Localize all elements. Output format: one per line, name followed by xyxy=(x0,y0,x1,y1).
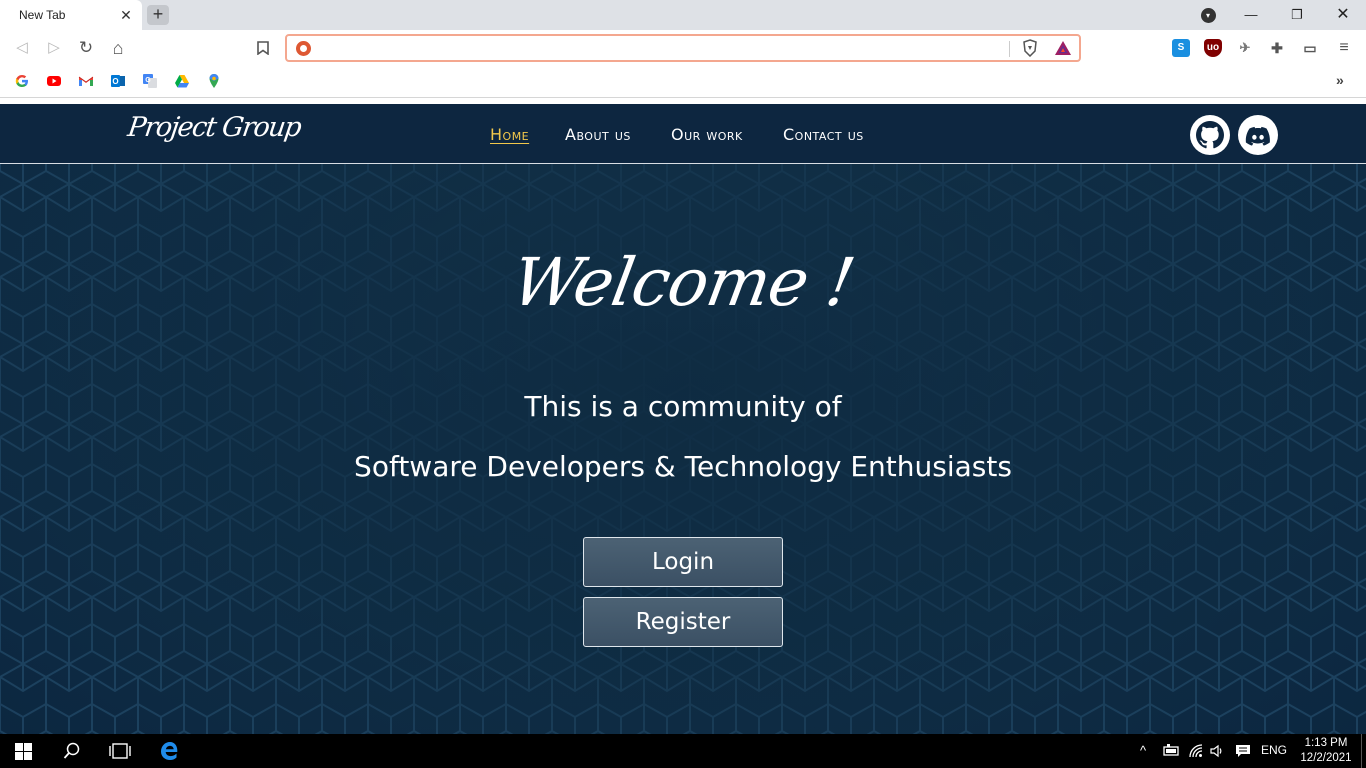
minimize-button[interactable]: — xyxy=(1239,4,1263,26)
welcome-heading: Welcome ! xyxy=(506,244,860,321)
windows-start-icon[interactable] xyxy=(15,743,32,760)
duckduckgo-icon xyxy=(296,41,311,56)
tab-title: New Tab xyxy=(19,8,66,22)
tab-strip: New Tab ✕ + ▾ — ❐ ✕ xyxy=(0,0,1366,30)
chevron-down-icon: ▾ xyxy=(1200,8,1216,24)
google-translate-icon[interactable]: G xyxy=(142,73,158,89)
wallet-icon[interactable]: ▭ xyxy=(1301,39,1319,57)
register-button[interactable]: Register xyxy=(583,597,783,647)
show-desktop-button[interactable] xyxy=(1361,734,1362,768)
google-icon[interactable] xyxy=(14,73,30,89)
new-tab-button[interactable]: + xyxy=(147,5,169,25)
skype-extension-icon[interactable]: S xyxy=(1172,39,1190,57)
webpage: Project Group Home About us Our work Con… xyxy=(0,104,1366,734)
windows-taskbar: ^ ENG 1:13 PM 12/2/2021 xyxy=(0,734,1366,768)
bookmarks-overflow-icon[interactable]: » xyxy=(1336,72,1344,88)
menu-button[interactable]: ≡ xyxy=(1332,37,1356,59)
language-indicator[interactable]: ENG xyxy=(1261,743,1287,757)
reload-button[interactable]: ↻ xyxy=(74,37,98,59)
divider xyxy=(1009,41,1010,57)
discord-icon xyxy=(1245,126,1270,146)
battery-icon[interactable] xyxy=(1162,744,1180,757)
clock-date: 12/2/2021 xyxy=(1300,752,1352,764)
url-input[interactable] xyxy=(319,38,999,58)
clock-time: 1:13 PM xyxy=(1304,737,1348,749)
gmail-icon[interactable] xyxy=(78,73,94,89)
nav-our-work[interactable]: Our work xyxy=(671,125,743,144)
site-navbar: Project Group Home About us Our work Con… xyxy=(0,104,1366,164)
home-button[interactable]: ⌂ xyxy=(106,37,130,59)
svg-text:O: O xyxy=(112,77,118,86)
nav-contact-us[interactable]: Contact us xyxy=(783,125,864,144)
nav-about-us[interactable]: About us xyxy=(565,125,631,144)
brave-shields-icon[interactable] xyxy=(1022,39,1038,57)
forward-button[interactable]: ▷ xyxy=(42,37,66,59)
search-icon[interactable] xyxy=(63,742,81,760)
close-window-button[interactable]: ✕ xyxy=(1331,4,1355,26)
browser-toolbar: ◁ ▷ ↻ ⌂ S uo ✈ ✚ ▭ ≡ xyxy=(0,30,1366,66)
tagline-line-1: This is a community of xyxy=(524,390,842,423)
github-icon xyxy=(1196,121,1224,149)
puzzle-extensions-icon[interactable]: ✚ xyxy=(1268,39,1286,57)
bookmarks-bar: O G » xyxy=(0,66,1366,98)
tray-chevron-icon[interactable]: ^ xyxy=(1140,743,1146,758)
restore-button[interactable]: ❐ xyxy=(1285,4,1309,26)
site-logo[interactable]: Project Group xyxy=(126,112,302,143)
google-drive-icon[interactable] xyxy=(174,73,190,89)
youtube-icon[interactable] xyxy=(46,73,62,89)
task-view-icon[interactable] xyxy=(109,743,131,759)
browser-tab[interactable]: New Tab ✕ xyxy=(0,0,142,30)
bookmark-page-button[interactable] xyxy=(251,37,275,59)
extension-icon[interactable]: ✈ xyxy=(1236,39,1254,57)
nav-home[interactable]: Home xyxy=(490,125,529,144)
clock[interactable]: 1:13 PM 12/2/2021 xyxy=(1296,736,1356,766)
back-button[interactable]: ◁ xyxy=(10,37,34,59)
github-link[interactable] xyxy=(1190,115,1230,155)
google-maps-icon[interactable] xyxy=(206,73,222,89)
hero-section: Welcome ! This is a community of Softwar… xyxy=(0,164,1366,734)
bookmark-icon xyxy=(257,41,269,56)
outlook-icon[interactable]: O xyxy=(110,73,126,89)
volume-icon[interactable] xyxy=(1209,743,1225,759)
brave-rewards-icon[interactable] xyxy=(1054,40,1072,56)
address-bar[interactable] xyxy=(285,34,1081,62)
notifications-icon[interactable] xyxy=(1235,743,1251,759)
tagline-line-2: Software Developers & Technology Enthusi… xyxy=(354,450,1012,483)
svg-text:G: G xyxy=(145,77,151,84)
discord-link[interactable] xyxy=(1238,115,1278,155)
wifi-icon[interactable] xyxy=(1188,743,1204,759)
login-button[interactable]: Login xyxy=(583,537,783,587)
tab-search-button[interactable]: ▾ xyxy=(1196,4,1220,26)
ublock-extension-icon[interactable]: uo xyxy=(1204,39,1222,57)
tab-close-icon[interactable]: ✕ xyxy=(117,6,135,24)
edge-icon[interactable] xyxy=(159,740,181,762)
